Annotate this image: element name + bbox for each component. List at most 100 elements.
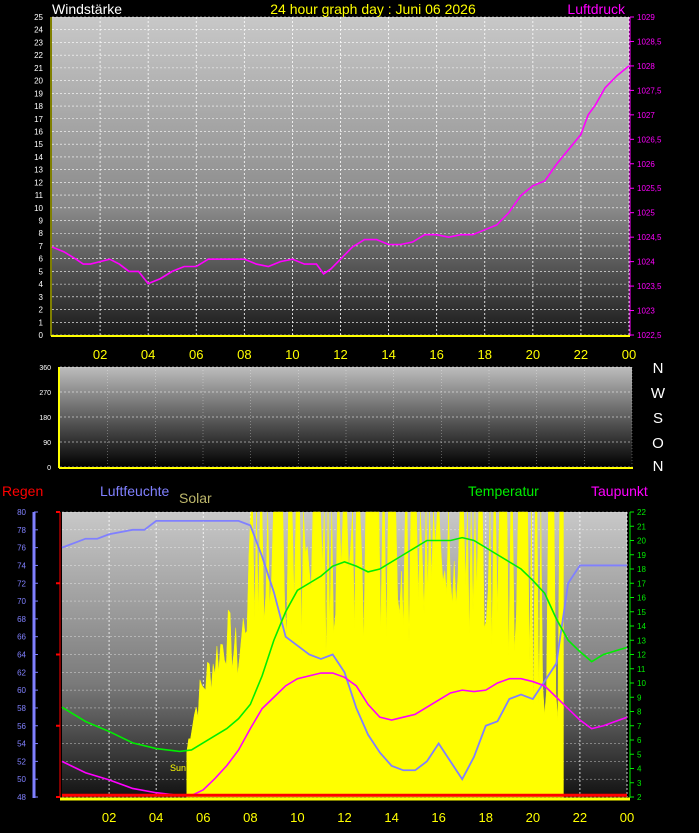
panel1-x-tick-label: 02 [93, 347, 107, 362]
panel1-left-tick-label: 17 [34, 115, 43, 124]
panel1-left-tick-label: 18 [34, 102, 43, 111]
panel1-x-tick-label: 06 [189, 347, 203, 362]
panel3-temp-tick-label: 16 [637, 594, 646, 603]
legend-regen: Regen [2, 483, 43, 499]
panel3-humidity-tick-label: 54 [17, 740, 26, 749]
panel3-temp-tick-label: 2 [637, 793, 642, 802]
panel1-right-tick-label: 1026,5 [637, 135, 662, 144]
panel3-x-tick-label: 04 [149, 810, 163, 825]
panel1-left-tick-label: 11 [35, 191, 44, 200]
compass-label-4: O [652, 435, 664, 452]
panel1-left-tick-label: 7 [39, 242, 44, 251]
panel3-x-tick-label: 22 [573, 810, 587, 825]
panel1-left-tick-label: 20 [34, 77, 43, 86]
panel3-x-tick-label: 14 [384, 810, 398, 825]
panel1-right-tick-label: 1028 [637, 62, 655, 71]
panel1-left-tick-label: 24 [34, 26, 43, 35]
panel1-left-tick-label: 16 [34, 127, 43, 136]
sun-label: Sun [170, 763, 186, 773]
panel3-humidity-tick-label: 76 [17, 544, 26, 553]
panel3-temp-tick-label: 15 [637, 608, 646, 617]
panel3-temp-tick-label: 3 [637, 779, 642, 788]
panel3-temp-tick-label: 6 [637, 736, 642, 745]
panel1-left-tick-label: 6 [39, 255, 44, 264]
panel1-x-tick-label: 20 [526, 347, 540, 362]
panel1-left-tick-label: 3 [39, 293, 44, 302]
panel3-temp-tick-label: 14 [637, 622, 646, 631]
panel2-left-tick-label: 90 [43, 440, 51, 447]
panel1-right-tick-label: 1028,5 [637, 37, 662, 46]
panel3-temp-tick-label: 10 [637, 679, 646, 688]
compass-labels: N W S O N [651, 360, 666, 475]
panel1-right-axis-ticks: 1022,5 1023 1023,5 1024 1024,5 1025 1025,5 1026… [630, 13, 662, 340]
panel1-right-tick-label: 1027,5 [637, 86, 662, 95]
panel3-x-tick-label: 08 [243, 810, 257, 825]
panel1-left-tick-label: 23 [34, 38, 43, 47]
panel1-left-tick-label: 1 [39, 318, 44, 327]
panel3-temp-tick-label: 21 [637, 522, 646, 531]
panel3-temp-tick-label: 5 [637, 750, 642, 759]
panel1-left-tick-label: 15 [34, 140, 43, 149]
panel3-temp-tick-label: 18 [637, 565, 646, 574]
panel1-left-axis-ticks: 0123456789101112131415161718192021222324… [34, 13, 43, 340]
compass-label-5: N [653, 458, 664, 475]
panel3-x-ticks: 02 04 06 08 10 12 14 16 18 20 22 00 [102, 810, 634, 825]
panel1-right-tick-label: 1024 [637, 258, 655, 267]
panel3-temp-tick-label: 8 [637, 708, 642, 717]
legend-luftfeuchte: Luftfeuchte [100, 483, 169, 499]
compass-label-1: N [653, 360, 664, 377]
header-right: Luftdruck [567, 1, 626, 17]
panel1-x-tick-label: 22 [574, 347, 588, 362]
panel3-x-tick-label: 10 [290, 810, 304, 825]
legend-solar: Solar [179, 490, 212, 506]
panel3-humidity-tick-label: 72 [17, 579, 26, 588]
panel3-temp-tick-label: 4 [637, 765, 642, 774]
panel3-temp-tick-label: 12 [637, 651, 646, 660]
panel2-left-tick-label: 0 [47, 465, 51, 472]
panel1-left-tick-label: 0 [39, 331, 44, 340]
panel3-humidity-tick-label: 48 [17, 793, 26, 802]
panel3-humidity-tick-label: 68 [17, 615, 26, 624]
panel3-temp-tick-label: 13 [637, 636, 646, 645]
panel3-temp-tick-label: 22 [637, 508, 646, 517]
panel3-humidity-tick-label: 64 [17, 651, 26, 660]
panel3-x-tick-label: 18 [479, 810, 493, 825]
panel1-right-tick-label: 1029 [637, 13, 655, 22]
header-left: Windstärke [52, 1, 122, 17]
panel1-left-tick-label: 5 [39, 267, 44, 276]
panel3-x-tick-label: 06 [196, 810, 210, 825]
panel1-x-tick-label: 10 [285, 347, 299, 362]
panel1-right-tick-label: 1026 [637, 160, 655, 169]
panel3-humidity-tick-label: 50 [17, 775, 26, 784]
panel3-x-tick-label: 16 [431, 810, 445, 825]
panel1-left-tick-label: 13 [34, 166, 43, 175]
panel2-left-tick-label: 180 [39, 415, 51, 422]
compass-label-2: W [651, 385, 666, 402]
panel3-humidity-tick-label: 58 [17, 704, 26, 713]
panel3-x-tick-label: 12 [337, 810, 351, 825]
panel3-temp-tick-label: 17 [637, 579, 646, 588]
panel1-x-tick-label: 00 [622, 347, 636, 362]
panel1-x-tick-label: 08 [237, 347, 251, 362]
panel1-x-ticks: 02 04 06 08 10 12 14 16 18 20 22 00 [93, 347, 636, 362]
panel3-temp-tick-label: 7 [637, 722, 642, 731]
panel1-x-tick-label: 04 [141, 347, 155, 362]
panel3-humidity-tick-label: 70 [17, 597, 26, 606]
panel1-left-tick-label: 22 [34, 51, 43, 60]
panel3-humidity-tick-label: 62 [17, 668, 26, 677]
panel1-x-tick-label: 12 [333, 347, 347, 362]
panel1-left-tick-label: 9 [39, 217, 44, 226]
panel1-left-tick-label: 21 [34, 64, 43, 73]
panel1-left-tick-label: 10 [34, 204, 43, 213]
panel3-temp-tick-label: 11 [637, 665, 646, 674]
panel1-left-tick-label: 12 [34, 178, 43, 187]
panel1-x-tick-label: 18 [478, 347, 492, 362]
panel3-humidity-tick-label: 56 [17, 722, 26, 731]
compass-label-3: S [653, 410, 663, 427]
panel1-right-tick-label: 1025 [637, 209, 655, 218]
panel3-left-axis-ticks: 48 50 52 54 56 58 60 62 64 66 68 70 72 74 76 78 80 [17, 508, 60, 802]
panel3-humidity-tick-label: 52 [17, 757, 26, 766]
panel3-temp-tick-label: 19 [637, 551, 646, 560]
panel1-right-tick-label: 1025,5 [637, 184, 662, 193]
panel1-right-tick-label: 1024,5 [637, 233, 662, 242]
